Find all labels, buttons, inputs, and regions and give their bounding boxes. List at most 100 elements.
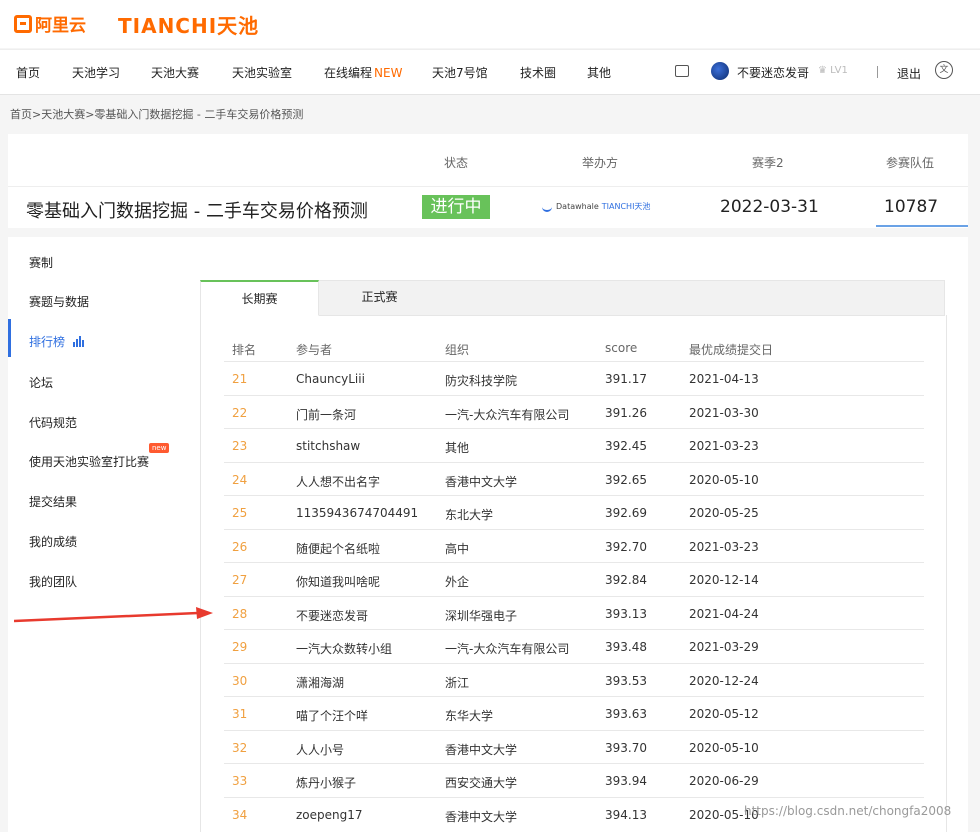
table-row: 31 喵了个汪个咩 东华大学 393.63 2020-05-12 bbox=[224, 696, 924, 730]
date-cell: 2020-05-10 bbox=[689, 472, 759, 487]
sidebar-item-my-score[interactable]: 我的成绩 bbox=[29, 533, 77, 550]
participant-cell[interactable]: 你知道我叫啥呢 bbox=[296, 573, 380, 590]
nav-divider bbox=[877, 66, 878, 78]
sidebar-active-indicator bbox=[8, 319, 11, 357]
date-cell: 2020-05-10 bbox=[689, 740, 759, 755]
annotation-arrow-icon bbox=[14, 607, 213, 623]
level-badge-label: LV1 bbox=[830, 65, 848, 76]
participant-cell[interactable]: 随便起个名纸啦 bbox=[296, 540, 380, 557]
sidebar-item-my-team[interactable]: 我的团队 bbox=[29, 573, 77, 590]
participant-cell[interactable]: stitchshaw bbox=[296, 439, 360, 453]
date-cell: 2021-03-29 bbox=[689, 640, 759, 654]
rank-cell: 21 bbox=[232, 372, 248, 386]
table-row: 25 1135943674704491 东北大学 392.69 2020-05-25 bbox=[224, 495, 924, 529]
participant-cell[interactable]: 门前一条河 bbox=[296, 406, 356, 423]
score-cell: 392.69 bbox=[605, 506, 647, 520]
rank-cell: 30 bbox=[232, 673, 248, 688]
sidebar-new-badge: new bbox=[149, 443, 170, 453]
participant-cell[interactable]: 不要迷恋发哥 bbox=[296, 607, 368, 624]
participant-cell[interactable]: 一汽大众数转小组 bbox=[296, 640, 392, 657]
score-cell: 393.13 bbox=[605, 606, 647, 621]
score-cell: 391.17 bbox=[605, 372, 647, 386]
sidebar-item-lab[interactable]: 使用天池实验室打比赛 bbox=[29, 453, 149, 470]
organization-cell: 一汽-大众汽车有限公司 bbox=[445, 642, 570, 656]
rank-cell: 31 bbox=[232, 707, 248, 721]
table-row: 22 门前一条河 一汽-大众汽车有限公司 391.26 2021-03-30 bbox=[224, 394, 924, 429]
organization-cell: 高中 bbox=[445, 541, 470, 556]
rank-cell: 29 bbox=[232, 640, 248, 654]
participant-cell[interactable]: 潇湘海湖 bbox=[296, 674, 344, 691]
nav-learning[interactable]: 天池学习 bbox=[72, 64, 120, 81]
breadcrumb[interactable]: 首页>天池大赛>零基础入门数据挖掘 - 二手车交易价格预测 bbox=[10, 106, 303, 122]
language-icon[interactable]: 文 bbox=[935, 61, 953, 79]
table-row: 21 ChauncyLiii 防灾科技学院 391.17 2021-04-13 bbox=[224, 361, 924, 395]
sidebar-item-forum[interactable]: 论坛 bbox=[29, 374, 53, 391]
sidebar: 赛制 赛题与数据 排行榜 论坛 代码规范 使用天池实验室打比赛 new 提交结果… bbox=[8, 237, 176, 832]
tab-long-term[interactable]: 长期赛 bbox=[200, 280, 319, 316]
message-icon[interactable] bbox=[675, 65, 689, 77]
status-label: 状态 bbox=[444, 156, 469, 170]
rank-cell: 26 bbox=[232, 539, 248, 554]
avatar[interactable] bbox=[711, 62, 729, 80]
date-cell: 2021-04-13 bbox=[689, 372, 759, 386]
organization-cell: 防灾科技学院 bbox=[445, 374, 518, 388]
participant-cell[interactable]: 喵了个汪个咩 bbox=[296, 707, 368, 724]
date-cell: 2020-05-25 bbox=[689, 506, 759, 520]
rank-cell: 33 bbox=[232, 774, 248, 788]
sidebar-item-submit[interactable]: 提交结果 bbox=[29, 493, 77, 510]
organizer-label: 举办方 bbox=[582, 156, 619, 170]
sidebar-item-leaderboard-label: 排行榜 bbox=[29, 335, 66, 349]
sidebar-item-rules[interactable]: 赛制 bbox=[29, 254, 53, 271]
season-date: 2022-03-31 bbox=[720, 197, 819, 217]
table-row: 33 炼丹小猴子 西安交通大学 393.94 2020-06-29 bbox=[224, 763, 924, 797]
season-label: 赛季2 bbox=[752, 156, 784, 170]
organization-cell: 外企 bbox=[445, 575, 470, 589]
date-cell: 2021-04-24 bbox=[689, 606, 759, 621]
sidebar-item-leaderboard[interactable]: 排行榜 bbox=[29, 333, 85, 350]
table-row: 23 stitchshaw 其他 392.45 2021-03-23 bbox=[224, 428, 924, 462]
date-cell: 2020-05-12 bbox=[689, 707, 759, 721]
logout-link[interactable]: 退出 bbox=[897, 65, 921, 82]
score-cell: 392.70 bbox=[605, 539, 647, 554]
sidebar-item-code-rules[interactable]: 代码规范 bbox=[29, 414, 77, 431]
nav-lab[interactable]: 天池实验室 bbox=[232, 64, 292, 81]
rank-cell: 23 bbox=[232, 439, 248, 453]
participant-cell[interactable]: zoepeng17 bbox=[296, 808, 363, 822]
participant-cell[interactable]: ChauncyLiii bbox=[296, 372, 365, 386]
header-divider bbox=[8, 186, 968, 187]
score-cell: 393.48 bbox=[605, 640, 647, 654]
sidebar-item-data[interactable]: 赛题与数据 bbox=[29, 293, 89, 310]
organizer-logo: Datawhale TIANCHI天池 bbox=[542, 201, 650, 212]
score-cell: 394.13 bbox=[605, 807, 647, 822]
organization-cell: 西安交通大学 bbox=[445, 776, 518, 790]
rank-cell: 34 bbox=[232, 807, 248, 822]
table-row: 29 一汽大众数转小组 一汽-大众汽车有限公司 393.48 2021-03-29 bbox=[224, 629, 924, 663]
participant-cell[interactable]: 人人小号 bbox=[296, 741, 344, 758]
aliyun-logo-icon bbox=[14, 14, 32, 33]
nav-hall-7[interactable]: 天池7号馆 bbox=[432, 64, 488, 81]
leaderboard-tabs: 长期赛 正式赛 bbox=[200, 280, 945, 316]
level-badge: ♛ LV1 bbox=[818, 65, 848, 76]
participant-cell[interactable]: 炼丹小猴子 bbox=[296, 774, 356, 791]
leaderboard-table: 排名 参与者 组织 score 最优成绩提交日 21 ChauncyLiii 防灾科… bbox=[200, 315, 947, 832]
nav-other[interactable]: 其他 bbox=[587, 64, 611, 81]
status-badge: 进行中 bbox=[422, 195, 490, 219]
rank-cell: 25 bbox=[232, 506, 248, 520]
nav-competitions[interactable]: 天池大赛 bbox=[151, 64, 199, 81]
table-row: 24 人人想不出名字 香港中文大学 392.65 2020-05-10 bbox=[224, 461, 924, 496]
column-header-participant: 参与者 bbox=[296, 343, 333, 357]
nav-tech-circle[interactable]: 技术圈 bbox=[520, 64, 556, 81]
rank-cell: 27 bbox=[232, 573, 248, 587]
table-row: 32 人人小号 香港中文大学 393.70 2020-05-10 bbox=[224, 729, 924, 764]
organizer-name: Datawhale bbox=[556, 202, 599, 211]
tianchi-logo[interactable]: TIANCHI天池 bbox=[118, 10, 259, 39]
participant-cell[interactable]: 1135943674704491 bbox=[296, 506, 418, 520]
nav-home[interactable]: 首页 bbox=[16, 64, 40, 81]
nav-online-coding[interactable]: 在线编程 NEW bbox=[324, 64, 402, 81]
tab-official[interactable]: 正式赛 bbox=[320, 280, 439, 316]
aliyun-logo[interactable]: 阿里云 bbox=[14, 11, 86, 36]
table-row: 28 不要迷恋发哥 深圳华强电子 393.13 2021-04-24 bbox=[224, 595, 924, 630]
participant-cell[interactable]: 人人想不出名字 bbox=[296, 473, 380, 490]
user-name[interactable]: 不要迷恋发哥 bbox=[737, 64, 809, 81]
date-cell: 2020-12-24 bbox=[689, 673, 759, 688]
